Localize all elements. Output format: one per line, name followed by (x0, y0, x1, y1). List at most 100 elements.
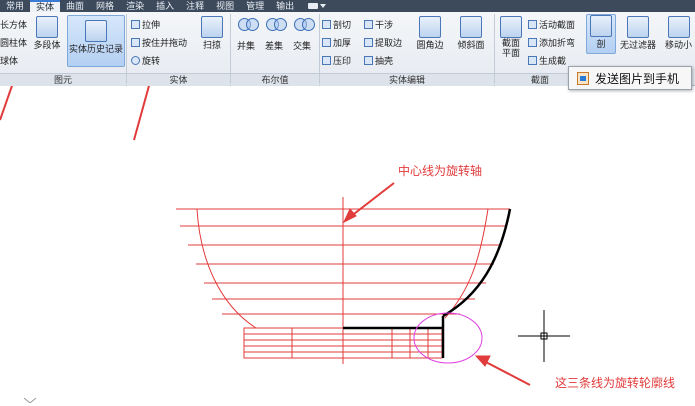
extrude-label: 拉伸 (142, 20, 161, 30)
cylinder-button[interactable]: 圆柱体 (0, 36, 27, 49)
extrude-button[interactable]: 拉伸 (131, 18, 160, 31)
shell-icon (364, 56, 373, 65)
cylinder-label: 圆柱体 (0, 38, 28, 48)
arrow-revolve-line (133, 63, 156, 141)
ucs-line (23, 397, 31, 404)
fillet-edge-icon (419, 16, 441, 38)
revolve-label: 旋转 (142, 56, 161, 66)
fillet-edge-button[interactable]: 圆角边 (414, 16, 446, 51)
tab-insert[interactable]: 插入 (150, 0, 180, 12)
union-button[interactable]: 并集 (234, 18, 259, 52)
tab-surface[interactable]: 曲面 (60, 0, 90, 12)
imprint-label: 压印 (333, 56, 352, 66)
axis-annotation: 中心线为旋转轴 (398, 164, 483, 178)
slice-icon (322, 20, 331, 29)
tab-solid[interactable]: 实体 (30, 0, 61, 12)
drawing-canvas[interactable]: 中心线为旋转轴 这三条线为旋转轮廓线 (0, 6, 695, 404)
profile-annotation: 这三条线为旋转轮廓线 (555, 376, 676, 390)
imprint-button[interactable]: 压印 (322, 54, 351, 67)
presspull-button[interactable]: 按住并拖动 (131, 36, 187, 49)
filter-icon (627, 16, 649, 38)
move-gizmo-icon (667, 16, 690, 38)
add-jog-label: 添加折弯 (539, 38, 576, 48)
live-section-label: 活动截面 (539, 20, 576, 30)
tab-home[interactable]: 常用 (0, 0, 30, 12)
generate-section-icon (528, 56, 537, 65)
chevron-down-icon (320, 4, 327, 8)
taper-label: 倾斜面 (457, 40, 485, 50)
intersect-button[interactable]: 交集 (290, 18, 315, 52)
live-section-button[interactable]: 活动截面 (528, 18, 575, 31)
thicken-label: 加厚 (333, 38, 352, 48)
crosshair-cursor (518, 310, 570, 362)
interfere-button[interactable]: 干涉 (364, 18, 393, 31)
sphere-button[interactable]: 球体 (0, 54, 18, 67)
move-gizmo-button[interactable]: 移动小 (662, 16, 695, 51)
generate-section-button[interactable]: 生成截 (528, 54, 566, 67)
ucs-icon (23, 397, 37, 404)
ribbon-panel-area: 长方体 圆柱体 球体 多段体 实体历史记录 图元 拉伸 按住并拖动 旋转 扫掠 … (0, 12, 695, 90)
subtract-icon (266, 18, 287, 31)
camera-icon (308, 3, 319, 9)
interfere-icon (364, 20, 373, 29)
panel-label-solid-editing: 实体编辑 (320, 73, 494, 86)
sweep-button[interactable]: 扫掠 (198, 16, 226, 51)
workspace-dropdown[interactable] (300, 3, 327, 9)
extract-edges-button[interactable]: 提取边 (364, 36, 402, 49)
box-button[interactable]: 长方体 (0, 18, 27, 31)
ribbon-tab-bar: 常用 实体 曲面 网格 渲染 插入 注释 视图 管理 输出 (0, 0, 695, 12)
taper-icon (460, 16, 482, 38)
culling-button[interactable]: 剖 (586, 14, 616, 54)
arrow-left-line (0, 79, 15, 121)
tab-view[interactable]: 视图 (210, 0, 240, 12)
intersect-icon (294, 18, 315, 31)
send-image-icon (577, 71, 589, 85)
taper-button[interactable]: 倾斜面 (454, 16, 488, 51)
shell-button[interactable]: 抽壳 (364, 54, 393, 67)
sweep-icon (201, 16, 223, 38)
section-plane-icon (500, 16, 522, 38)
extrude-icon (131, 20, 140, 29)
tab-output[interactable]: 输出 (270, 0, 300, 12)
cube-icon (590, 15, 612, 37)
revolve-button[interactable]: 旋转 (131, 54, 160, 67)
fillet-edge-label: 圆角边 (416, 40, 444, 50)
tab-mesh[interactable]: 网格 (90, 0, 120, 12)
polysolid-button[interactable]: 多段体 (32, 16, 62, 51)
subtract-button[interactable]: 差集 (262, 18, 287, 52)
interfere-label: 干涉 (375, 20, 394, 30)
arrow-axis-line (349, 182, 395, 218)
drawing-svg (0, 6, 570, 404)
culling-label: 剖 (596, 39, 606, 49)
ucs-line (29, 397, 37, 404)
tab-render[interactable]: 渲染 (120, 0, 150, 12)
polysolid-label: 多段体 (33, 40, 61, 50)
extract-edges-label: 提取边 (375, 38, 403, 48)
sweep-label: 扫掠 (202, 40, 221, 50)
arrow-profile-head (474, 355, 491, 367)
imprint-icon (322, 56, 331, 65)
thicken-button[interactable]: 加厚 (322, 36, 351, 49)
sphere-label: 球体 (0, 56, 19, 66)
slice-button[interactable]: 剖切 (322, 18, 351, 31)
move-gizmo-label: 移动小 (664, 40, 692, 50)
no-filter-label: 无过滤器 (620, 40, 657, 50)
extract-edges-icon (364, 38, 373, 47)
polysolid-icon (36, 16, 58, 38)
no-filter-button[interactable]: 无过滤器 (620, 16, 656, 51)
thicken-icon (322, 38, 331, 47)
tab-annotate[interactable]: 注释 (180, 0, 210, 12)
subtract-label: 差集 (264, 41, 283, 51)
shell-label: 抽壳 (375, 56, 394, 66)
left-outline (196, 208, 257, 329)
section-plane-button[interactable]: 截面 平面 (498, 16, 524, 58)
solid-history-button[interactable]: 实体历史记录 (67, 15, 125, 67)
presspull-icon (131, 38, 140, 47)
send-image-label: 发送图片到手机 (595, 71, 680, 86)
live-section-icon (528, 20, 537, 29)
panel-label-boolean: 布尔值 (231, 73, 319, 86)
highlight-ellipse (413, 312, 483, 364)
add-jog-button[interactable]: 添加折弯 (528, 36, 575, 49)
section-plane-label: 截面 平面 (501, 38, 520, 58)
tab-manage[interactable]: 管理 (240, 0, 270, 12)
